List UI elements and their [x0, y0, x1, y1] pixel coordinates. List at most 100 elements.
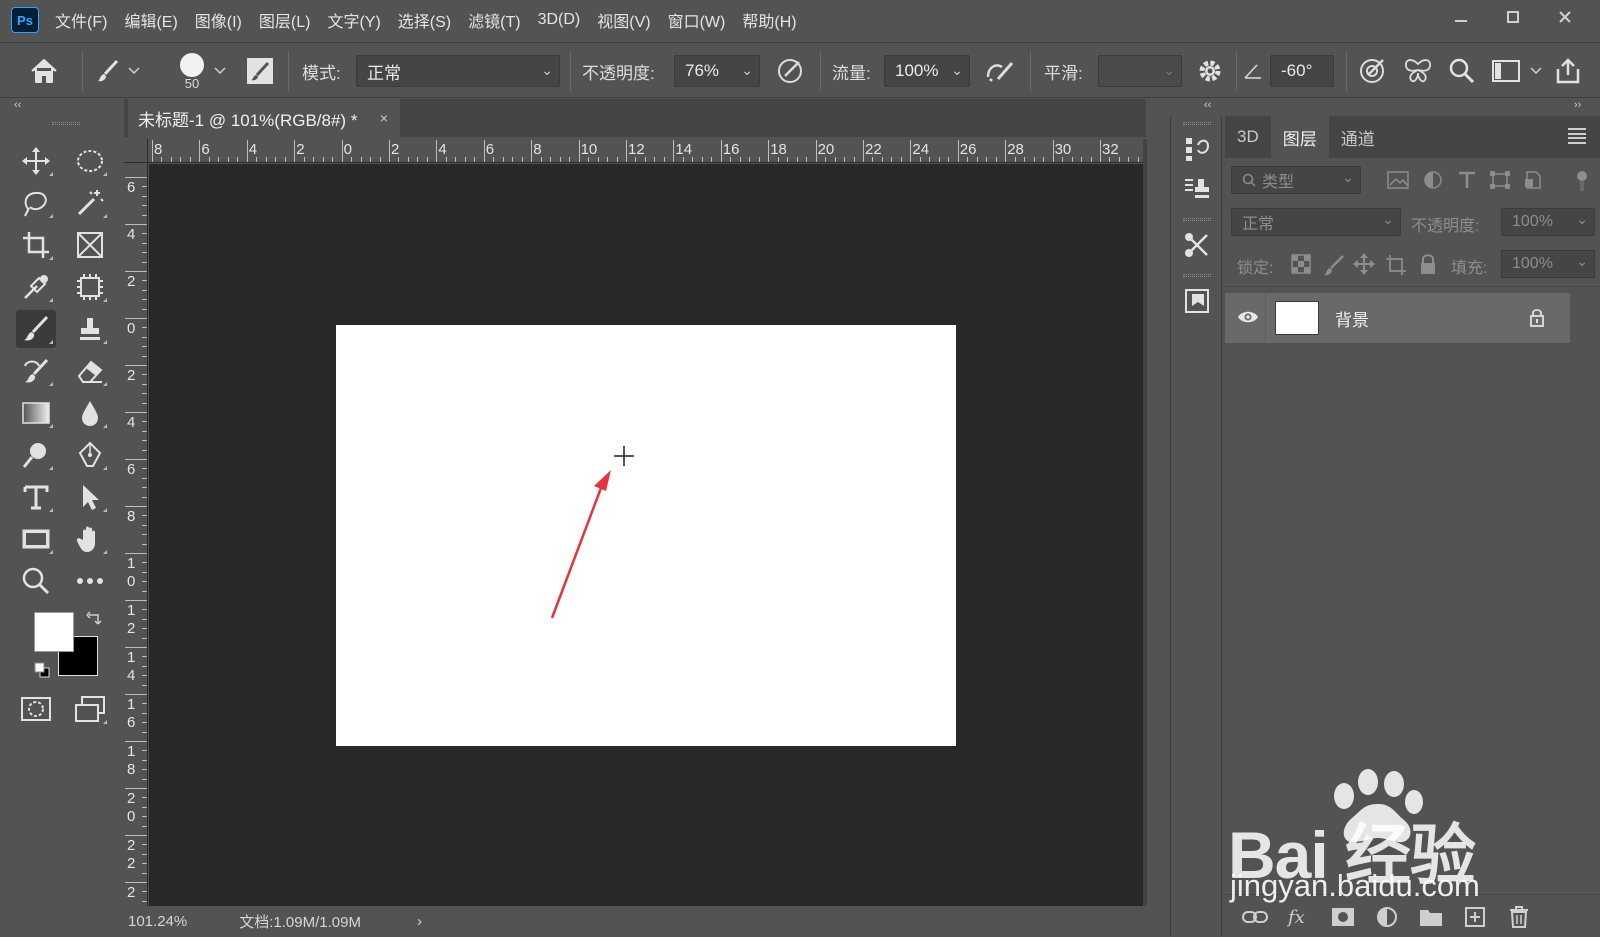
properties-panel-icon[interactable]	[1177, 282, 1217, 320]
filter-type-icon[interactable]	[1457, 170, 1477, 195]
workspace-icon[interactable]	[1488, 53, 1524, 89]
new-group-folder-icon[interactable]	[1417, 903, 1445, 931]
lock-transparent-pixels-icon[interactable]	[1291, 254, 1311, 279]
menu-help[interactable]: 帮助(H)	[742, 8, 796, 32]
menu-file[interactable]: 文件(F)	[55, 8, 107, 32]
blend-mode-select[interactable]: 正常 ⌄	[1231, 208, 1401, 236]
close-icon[interactable]	[1548, 4, 1582, 30]
lasso-tool-icon[interactable]	[16, 184, 56, 222]
filter-smart-object-icon[interactable]	[1523, 170, 1543, 195]
chevron-down-icon[interactable]	[124, 53, 144, 89]
frame-tool-icon[interactable]	[70, 226, 110, 264]
opacity-input[interactable]: 76% ⌄	[674, 55, 760, 87]
add-mask-icon[interactable]	[1329, 903, 1357, 931]
foreground-color-swatch[interactable]	[34, 612, 74, 652]
zoom-tool-icon[interactable]	[16, 562, 56, 600]
airbrush-icon[interactable]	[982, 53, 1018, 89]
new-layer-icon[interactable]	[1461, 903, 1489, 931]
share-icon[interactable]	[1550, 53, 1586, 89]
home-icon[interactable]	[26, 53, 62, 89]
expand-panel-icon[interactable]: ››	[1574, 99, 1581, 113]
pen-tool-icon[interactable]	[70, 436, 110, 474]
layer-thumbnail[interactable]	[1275, 301, 1319, 335]
magic-wand-icon[interactable]	[70, 184, 110, 222]
gear-icon[interactable]	[1192, 53, 1228, 89]
menu-3d[interactable]: 3D(D)	[538, 11, 581, 29]
adjustment-layer-icon[interactable]	[1373, 903, 1401, 931]
document-tab[interactable]: 未标题-1 @ 101%(RGB/8#) * ×	[128, 99, 400, 137]
tab-layers[interactable]: 图层	[1270, 116, 1329, 158]
filter-toggle-icon[interactable]	[1575, 170, 1589, 197]
history-panel-icon[interactable]	[1177, 130, 1217, 168]
path-selection-icon[interactable]	[70, 478, 110, 516]
menu-layer[interactable]: 图层(L)	[259, 8, 311, 32]
document-canvas[interactable]	[336, 325, 956, 746]
mode-select[interactable]: 正常 ⌄	[356, 55, 560, 87]
brush-settings-panel-icon[interactable]	[242, 53, 278, 89]
brush-preset-icon[interactable]	[90, 53, 126, 89]
object-selection-icon[interactable]	[70, 268, 110, 306]
more-tools-icon[interactable]	[70, 562, 110, 600]
default-colors-icon[interactable]	[34, 662, 50, 683]
pressure-size-icon[interactable]	[1354, 53, 1390, 89]
lock-all-icon[interactable]	[1419, 253, 1437, 280]
menu-image[interactable]: 图像(I)	[195, 8, 242, 32]
lock-position-icon[interactable]	[1353, 253, 1375, 280]
layer-name[interactable]: 背景	[1335, 306, 1369, 331]
quick-mask-icon[interactable]	[16, 690, 56, 728]
delete-layer-icon[interactable]	[1505, 903, 1533, 931]
layer-style-fx-icon[interactable]: fx	[1285, 903, 1313, 931]
eraser-icon[interactable]	[70, 352, 110, 390]
layer-row-background[interactable]: 背景	[1225, 293, 1570, 343]
panel-menu-icon[interactable]	[1568, 128, 1586, 144]
clone-stamp-icon[interactable]	[70, 310, 110, 348]
clone-source-panel-icon[interactable]	[1177, 170, 1217, 208]
brush-settings-icon[interactable]	[1177, 226, 1217, 264]
pressure-opacity-icon[interactable]	[772, 53, 808, 89]
ruler-origin[interactable]	[124, 139, 148, 163]
minimize-icon[interactable]	[1444, 4, 1478, 30]
menu-window[interactable]: 窗口(W)	[668, 8, 726, 32]
zoom-level[interactable]: 101.24%	[128, 913, 187, 930]
brush-tool-icon[interactable]	[16, 310, 56, 348]
history-brush-icon[interactable]	[16, 352, 56, 390]
status-menu-arrow-icon[interactable]: ›	[417, 913, 422, 930]
dodge-tool-icon[interactable]	[16, 436, 56, 474]
flow-input[interactable]: 100% ⌄	[884, 55, 970, 87]
fill-input[interactable]: 100% ⌄	[1501, 250, 1595, 278]
menu-filter[interactable]: 滤镜(T)	[468, 8, 520, 32]
filter-shape-icon[interactable]	[1489, 170, 1511, 195]
layer-filter-select[interactable]: 类型 ⌄	[1231, 166, 1361, 194]
collapse-panel-icon[interactable]: ‹‹	[1204, 99, 1211, 113]
tab-channels[interactable]: 通道	[1329, 116, 1387, 158]
filter-pixel-icon[interactable]	[1387, 170, 1409, 195]
maximize-icon[interactable]	[1496, 4, 1530, 30]
eyedropper-icon[interactable]	[16, 268, 56, 306]
screen-mode-icon[interactable]	[70, 690, 110, 728]
crop-tool-icon[interactable]	[16, 226, 56, 264]
layer-opacity-input[interactable]: 100% ⌄	[1501, 208, 1595, 236]
tab-3d[interactable]: 3D	[1225, 116, 1271, 158]
vertical-scrollbar[interactable]	[1143, 139, 1147, 906]
collapse-toolbar-icon[interactable]: ‹‹	[14, 99, 21, 113]
lock-image-pixels-icon[interactable]	[1323, 254, 1345, 281]
menu-view[interactable]: 视图(V)	[597, 8, 650, 32]
chevron-down-icon[interactable]	[1526, 53, 1546, 89]
chevron-down-icon[interactable]	[210, 53, 230, 89]
search-icon[interactable]	[1444, 53, 1480, 89]
vertical-ruler[interactable]: 6 4 2 0 2 4 6 8 1 0 1 2 1 4 1 6 1 8 2 0 2 2 2	[124, 163, 148, 908]
angle-input[interactable]: -60°	[1270, 55, 1334, 87]
hand-tool-icon[interactable]	[70, 520, 110, 558]
move-tool-icon[interactable]	[16, 142, 56, 180]
menu-edit[interactable]: 编辑(E)	[124, 8, 177, 32]
symmetry-butterfly-icon[interactable]	[1400, 53, 1436, 89]
brush-size-picker[interactable]: 50	[174, 49, 210, 93]
swap-colors-icon[interactable]	[86, 610, 102, 631]
close-tab-icon[interactable]: ×	[380, 110, 388, 126]
menu-type[interactable]: 文字(Y)	[327, 8, 380, 32]
type-tool-icon[interactable]	[16, 478, 56, 516]
eye-visibility-icon[interactable]	[1237, 309, 1259, 330]
filter-adjustment-icon[interactable]	[1423, 170, 1443, 195]
elliptical-marquee-icon[interactable]	[70, 142, 110, 180]
horizontal-ruler[interactable]: 8 6 4 2 0 2 4 6 8 10 12 14 16 18 20 22 24 26 28 30 32	[148, 139, 1143, 163]
